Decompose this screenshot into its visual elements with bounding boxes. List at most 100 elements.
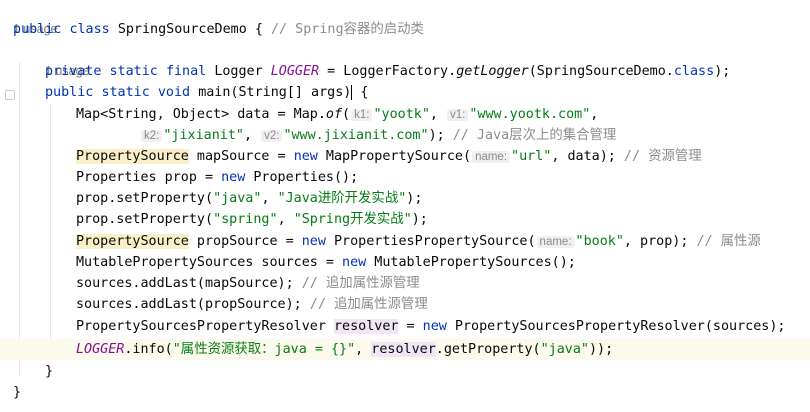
code-line: PropertySourcesPropertyResolver resolver… (0, 316, 810, 337)
code-text: , (243, 128, 261, 143)
keyword: void (157, 85, 191, 100)
code-text: , prop); (623, 234, 697, 249)
code-text: , (277, 212, 294, 227)
variable-name: resolver (333, 319, 399, 334)
code-line: MutablePropertySources sources = new Mut… (0, 252, 810, 273)
code-text: sources.addLast(propSource); (76, 297, 310, 312)
code-line: public class SpringSourceDemo { // Sprin… (0, 19, 810, 40)
string-literal: "url" (511, 149, 552, 164)
code-line: PropertySource propSource = new Properti… (0, 231, 810, 252)
code-text: Map<String, Object> data = Map. (76, 107, 326, 122)
string-literal: "jixianit" (163, 128, 244, 143)
code-line: Properties prop = new Properties(); (0, 167, 810, 188)
comment: // 追加属性源管理 (309, 297, 428, 312)
code-text: (SpringSourceDemo. (528, 64, 674, 79)
code-line: public static void main(String[] args) { (0, 82, 810, 103)
code-line: Map<String, Object> data = Map.of(k1: "yo… (0, 104, 810, 125)
parameter-hint: name: (472, 151, 511, 163)
code-text: , (590, 107, 599, 122)
code-line: 1 usage (0, 0, 810, 36)
brace: { (352, 85, 369, 100)
keyword: static (101, 85, 150, 100)
comment: // Java层次上的集合管理 (452, 128, 617, 143)
code-text: )); (588, 342, 614, 357)
code-text: MutablePropertySources sources = (76, 255, 343, 270)
parameter-hint: v1: (447, 109, 469, 121)
string-literal: "book" (575, 234, 624, 249)
string-literal: "spring" (213, 212, 278, 227)
code-text: PropertySourcesPropertyResolver(sources)… (446, 319, 786, 334)
code-line: sources.addLast(propSource); // 追加属性源管理 (0, 294, 810, 315)
code-text: MapPropertySource( (317, 149, 472, 164)
string-literal: "java" (540, 342, 589, 357)
parameter-hint: k1: (351, 109, 373, 121)
comment: // 属性源 (696, 234, 761, 249)
brace: } (13, 385, 22, 400)
code-line: prop.setProperty("spring", "Spring开发实战")… (0, 209, 810, 230)
type-name: PropertySource (76, 149, 189, 164)
code-text: ); (411, 212, 428, 227)
brace: { (246, 22, 263, 37)
string-literal: "www.jixianit.com" (283, 128, 429, 143)
code-text: sources.addLast(mapSource); (76, 276, 302, 291)
string-literal: "java" (213, 191, 262, 206)
code-text: ); (714, 64, 731, 79)
keyword: class (69, 22, 110, 37)
code-text: ); (406, 191, 423, 206)
string-literal: "属性资源获取：java = {}" (172, 342, 356, 357)
string-literal: "Spring开发实战" (293, 212, 412, 227)
code-text: .getProperty( (435, 342, 541, 357)
code-text: , (261, 191, 278, 206)
code-text: PropertiesPropertySource( (325, 234, 536, 249)
code-text: prop.setProperty( (76, 212, 214, 227)
code-text: PropertySourcesPropertyResolver (76, 319, 334, 334)
code-text: ( (342, 107, 351, 122)
code-text: , (429, 107, 447, 122)
code-line: 1 usage (0, 40, 810, 78)
parameter-hint: k2: (141, 130, 163, 142)
method-call: of (325, 107, 343, 122)
code-text: = LoggerFactory. (319, 64, 457, 79)
comment: // 追加属性源管理 (301, 276, 420, 291)
string-literal: "Java进阶开发实战" (277, 191, 407, 206)
code-line: k2: "jixianit", v2: "www.jixianit.com"); /… (0, 125, 810, 146)
code-text: Properties(); (245, 170, 359, 185)
code-text: ); (428, 128, 453, 143)
parameter-hint: name: (536, 236, 575, 248)
code-text: mapSource = (188, 149, 294, 164)
code-text: = (398, 319, 423, 334)
keyword: new (301, 234, 326, 249)
keyword: new (221, 170, 246, 185)
static-field: LOGGER (270, 64, 320, 79)
keyword: private (45, 64, 102, 79)
keyword: final (165, 64, 207, 79)
keyword: public (45, 85, 94, 100)
class-name: SpringSourceDemo (117, 22, 247, 37)
keyword: new (422, 319, 447, 334)
type-name: Logger (214, 64, 263, 79)
string-literal: "yootk" (373, 107, 430, 122)
code-text: prop.setProperty( (76, 191, 214, 206)
parameter-hint: v2: (261, 130, 283, 142)
comment: // 资源管理 (623, 149, 702, 164)
string-literal: "www.yootk.com" (469, 107, 591, 122)
code-text: MutablePropertySources(); (366, 255, 576, 270)
code-text: , (355, 342, 372, 357)
code-text: .info( (124, 342, 173, 357)
code-line: sources.addLast(mapSource); // 追加属性源管理 (0, 273, 810, 294)
keyword: new (342, 255, 367, 270)
code-line: } (0, 361, 810, 382)
comment: // Spring容器的启动类 (271, 22, 424, 37)
method-signature: main(String[] args) (198, 85, 352, 100)
brace: } (45, 364, 54, 379)
variable-name: resolver (371, 342, 436, 357)
type-name: PropertySource (76, 234, 189, 249)
code-text: , data); (551, 149, 624, 164)
code-line: PropertySource mapSource = new MapProper… (0, 146, 810, 167)
keyword: new (293, 149, 318, 164)
code-text: propSource = (188, 234, 302, 249)
keyword: static (109, 64, 158, 79)
code-line: private static final Logger LOGGER = Log… (0, 61, 810, 82)
code-line-current: LOGGER.info("属性资源获取：java = {}", resolver… (0, 339, 810, 360)
code-line: prop.setProperty("java", "Java进阶开发实战"); (0, 188, 810, 209)
